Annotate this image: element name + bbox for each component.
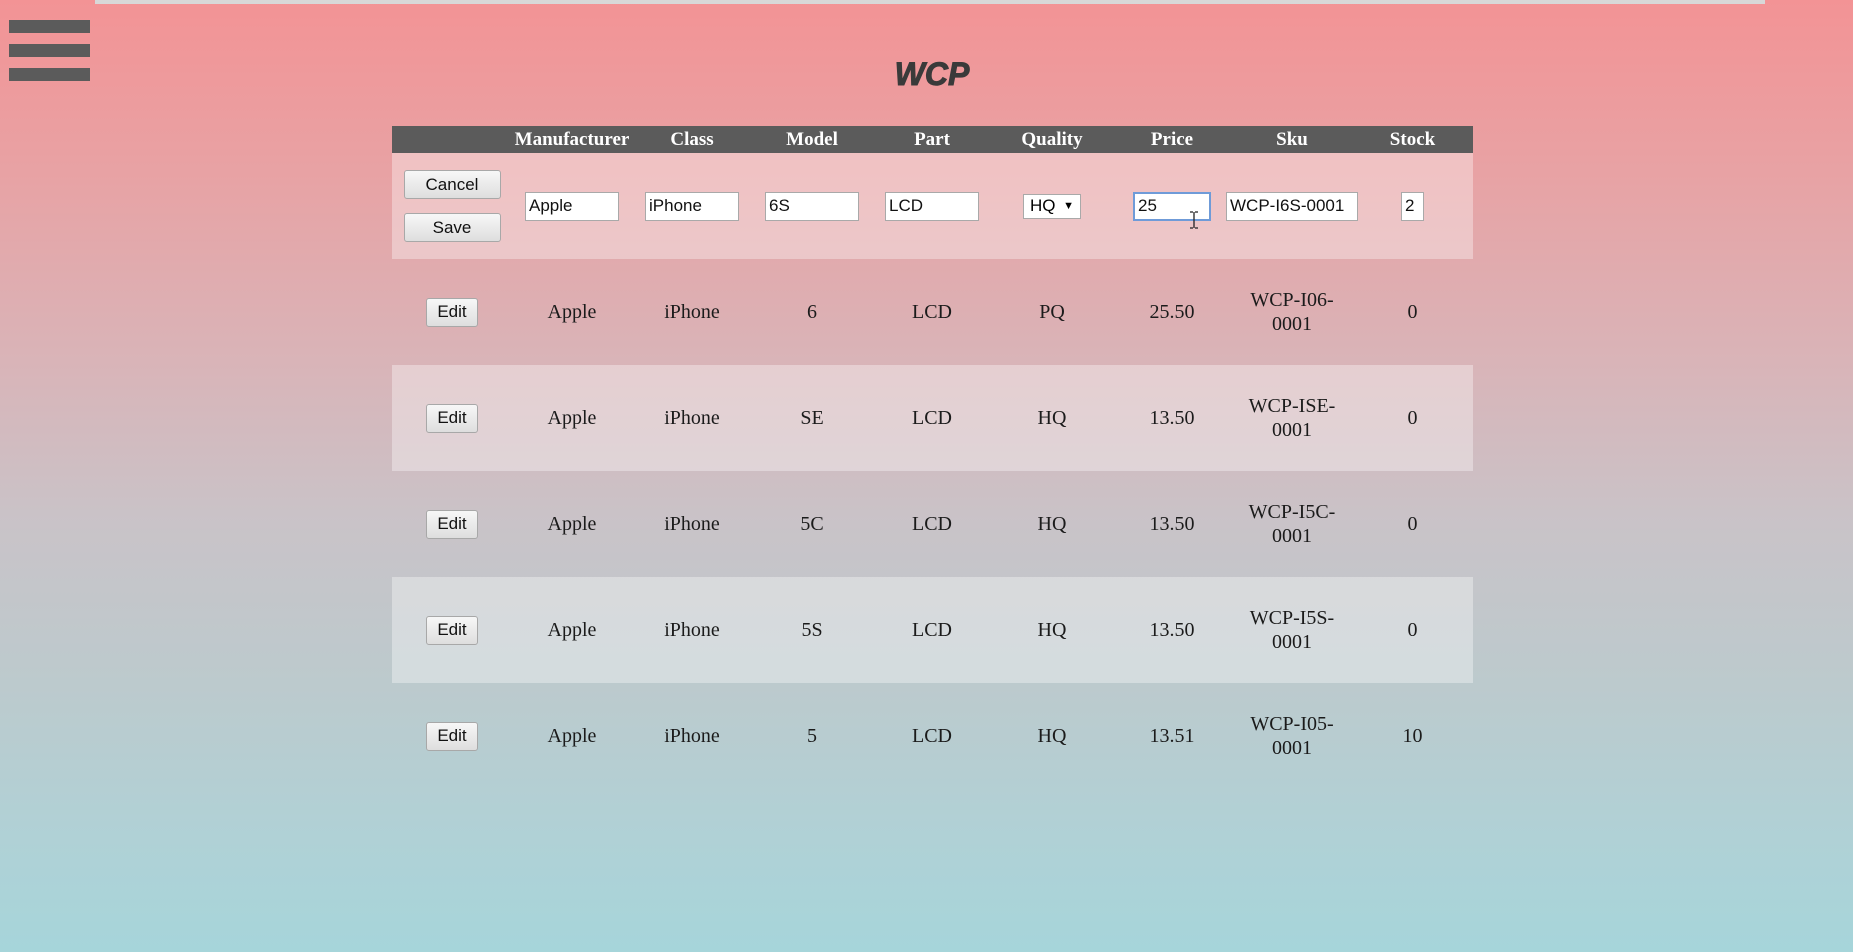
cell-sku: WCP-I5C-0001 [1232, 500, 1352, 548]
table-row: Edit Apple iPhone SE LCD HQ 13.50 WCP-IS… [392, 365, 1473, 471]
manufacturer-input[interactable] [525, 191, 619, 221]
edit-row: Cancel Save HQ ▼ [392, 153, 1473, 259]
cell-price: 13.50 [1149, 512, 1195, 535]
menu-bar-bottom [9, 68, 90, 81]
header-stock: Stock [1389, 128, 1436, 150]
wcp-logo: WCP [894, 56, 970, 92]
class-input[interactable] [645, 191, 739, 221]
cell-stock: 10 [1402, 724, 1423, 747]
cell-price: 13.50 [1149, 406, 1195, 429]
caret-down-icon: ▼ [1063, 200, 1074, 212]
hamburger-menu-icon[interactable] [9, 20, 90, 82]
quality-select[interactable]: HQ ▼ [1023, 193, 1081, 219]
cell-class: iPhone [664, 618, 720, 641]
cell-manufacturer: Apple [547, 300, 597, 323]
cell-quality: HQ [1037, 618, 1067, 641]
edit-button[interactable]: Edit [426, 297, 478, 327]
cell-part: LCD [912, 406, 952, 429]
table-row: Edit Apple iPhone 5 LCD HQ 13.51 WCP-I05… [392, 683, 1473, 789]
cell-quality: PQ [1039, 300, 1065, 323]
cell-model: 5 [807, 724, 817, 747]
table-header-row: Manufacturer Class Model Part Quality Pr… [392, 126, 1473, 153]
cell-price: 13.50 [1149, 618, 1195, 641]
cell-model: SE [800, 406, 824, 429]
model-input[interactable] [765, 191, 859, 221]
sku-input[interactable] [1226, 191, 1358, 221]
cell-stock: 0 [1407, 406, 1418, 429]
cell-manufacturer: Apple [547, 512, 597, 535]
cell-sku-text: WCP-I06-0001 [1250, 289, 1334, 335]
menu-bar-top [9, 20, 90, 33]
cell-part: LCD [912, 724, 952, 747]
edit-button[interactable]: Edit [426, 403, 478, 433]
cell-manufacturer: Apple [547, 618, 597, 641]
edit-button[interactable]: Edit [426, 615, 478, 645]
cell-class: iPhone [664, 512, 720, 535]
header-class: Class [670, 128, 714, 150]
cell-class: iPhone [664, 300, 720, 323]
table-row: Edit Apple iPhone 6 LCD PQ 25.50 WCP-I06… [392, 259, 1473, 365]
cell-sku-text: WCP-I5C-0001 [1248, 501, 1336, 547]
header-manufacturer: Manufacturer [514, 128, 630, 150]
save-button[interactable]: Save [403, 213, 501, 242]
header-sku: Sku [1276, 128, 1308, 150]
menu-bar-middle [9, 44, 90, 57]
cell-sku: WCP-ISE-0001 [1232, 394, 1352, 442]
cell-sku-text: WCP-I5S-0001 [1249, 607, 1335, 653]
cell-quality: HQ [1037, 406, 1067, 429]
cell-part: LCD [912, 300, 952, 323]
edit-button[interactable]: Edit [426, 721, 478, 751]
header-part: Part [914, 128, 950, 150]
text-cursor-icon [1190, 211, 1198, 229]
header-quality: Quality [1021, 128, 1083, 150]
cell-part: LCD [912, 512, 952, 535]
cell-model: 5C [800, 512, 824, 535]
inventory-table: Manufacturer Class Model Part Quality Pr… [392, 126, 1473, 789]
cell-manufacturer: Apple [547, 406, 597, 429]
cell-price: 25.50 [1149, 300, 1195, 323]
cell-sku: WCP-I05-0001 [1232, 712, 1352, 760]
cell-class: iPhone [664, 406, 720, 429]
cell-model: 5S [801, 618, 823, 641]
cell-sku-text: WCP-ISE-0001 [1248, 395, 1336, 441]
cell-stock: 0 [1407, 618, 1418, 641]
edit-button[interactable]: Edit [426, 509, 478, 539]
stock-input[interactable] [1401, 191, 1424, 221]
cell-model: 6 [807, 300, 817, 323]
cell-sku-text: WCP-I05-0001 [1250, 713, 1334, 759]
browser-top-bar [95, 0, 1765, 4]
cell-stock: 0 [1407, 512, 1418, 535]
cell-sku: WCP-I5S-0001 [1232, 606, 1352, 654]
cancel-button[interactable]: Cancel [403, 170, 501, 199]
cell-quality: HQ [1037, 512, 1067, 535]
price-input[interactable] [1133, 191, 1211, 221]
quality-select-value: HQ [1030, 196, 1056, 215]
table-row: Edit Apple iPhone 5S LCD HQ 13.50 WCP-I5… [392, 577, 1473, 683]
table-row: Edit Apple iPhone 5C LCD HQ 13.50 WCP-I5… [392, 471, 1473, 577]
cell-class: iPhone [664, 724, 720, 747]
cell-stock: 0 [1407, 300, 1418, 323]
logo-text: WCP [895, 56, 970, 92]
header-price: Price [1150, 128, 1194, 150]
cell-price: 13.51 [1149, 724, 1195, 747]
cell-manufacturer: Apple [547, 724, 597, 747]
header-model: Model [786, 128, 838, 150]
part-input[interactable] [885, 191, 979, 221]
cell-sku: WCP-I06-0001 [1232, 288, 1352, 336]
cell-part: LCD [912, 618, 952, 641]
cell-quality: HQ [1037, 724, 1067, 747]
